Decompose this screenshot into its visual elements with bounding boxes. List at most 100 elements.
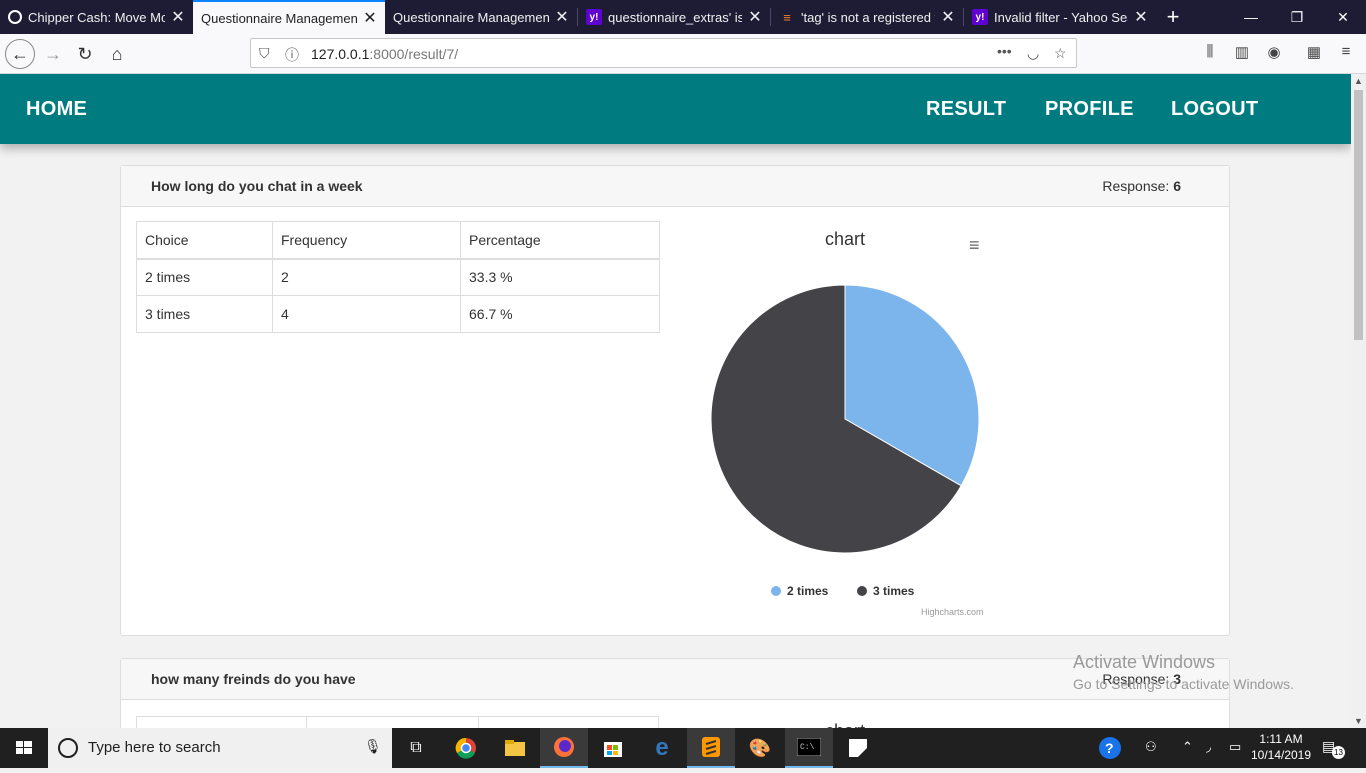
tab-questionnaire-active[interactable]: Questionnaire Management ✕ (193, 0, 385, 34)
url-bar[interactable]: ⛉ ⓘ 127.0.0.1:8000/result/7/ ••• ◡ ☆ (250, 38, 1077, 68)
people-icon[interactable]: ⚇ (1145, 739, 1157, 755)
battery-icon[interactable]: ▭ (1229, 739, 1241, 755)
legend-label: 2 times (787, 584, 829, 598)
pocket-icon[interactable]: ◡ (1027, 45, 1039, 62)
svg-text:C:\: C:\ (800, 743, 815, 752)
table-header-row: Choice Frequency Percentage (136, 221, 660, 260)
table-cell: 2 (272, 258, 461, 296)
sidebar-icon[interactable]: ▥ (1231, 43, 1253, 61)
microphone-icon[interactable]: 🎙 (364, 738, 382, 755)
browser-nav-bar: ← → ↻ ⌂ ⛉ ⓘ 127.0.0.1:8000/result/7/ •••… (0, 34, 1366, 74)
home-icon[interactable]: ⌂ (102, 39, 132, 69)
taskbar-search-box[interactable]: Type here to search 🎙 (48, 728, 392, 768)
table-cell: 3 times (136, 295, 273, 333)
help-icon[interactable]: ? (1098, 736, 1122, 763)
tab-chipper-cash[interactable]: Chipper Cash: Move Mor ✕ (0, 0, 193, 34)
close-icon[interactable]: ✕ (555, 7, 569, 27)
page-content: HOME RESULT PROFILE LOGOUT How long do y… (0, 74, 1351, 728)
clock-time: 1:11 AM (1259, 732, 1303, 746)
file-explorer-icon[interactable] (491, 728, 539, 768)
question-title: how many freinds do you have (151, 671, 356, 687)
frequency-table (136, 716, 659, 728)
tab-yahoo-search[interactable]: y! Invalid filter - Yahoo Sear ✕ (964, 0, 1156, 34)
table-row: 2 times 2 33.3 % (136, 258, 660, 296)
url-host: 127.0.0.1 (311, 46, 370, 62)
reload-icon[interactable]: ↻ (70, 39, 100, 69)
table-cell: 33.3 % (460, 258, 660, 296)
nav-home[interactable]: HOME (26, 98, 87, 121)
tab-stackoverflow[interactable]: ≡ 'tag' is not a registered ta ✕ (771, 0, 963, 34)
table-divider (478, 717, 479, 728)
notification-badge: 13 (1332, 746, 1345, 759)
chrome-icon[interactable] (442, 728, 490, 768)
table-cell: 66.7 % (460, 295, 660, 333)
scroll-down-icon[interactable]: ▼ (1351, 716, 1366, 726)
scroll-up-icon[interactable]: ▲ (1351, 76, 1366, 86)
account-icon[interactable]: ◉ (1263, 43, 1285, 61)
tab-title: Invalid filter - Yahoo Sear (994, 9, 1128, 25)
page-scrollbar[interactable]: ▲ ▼ (1351, 74, 1366, 728)
response-count: Response: 6 (1102, 178, 1181, 194)
task-view-icon[interactable]: ⧉ (392, 728, 440, 768)
info-icon[interactable]: ⓘ (285, 45, 299, 65)
legend-label: 3 times (873, 584, 915, 598)
wifi-icon[interactable]: ◞ (1206, 739, 1211, 755)
store-icon[interactable] (589, 728, 637, 768)
close-icon[interactable]: ✕ (941, 7, 955, 27)
new-tab-icon[interactable]: + (1160, 4, 1186, 30)
frequency-table: Choice Frequency Percentage 2 times 2 33… (136, 221, 660, 333)
legend-item[interactable]: 3 times (857, 584, 914, 598)
search-placeholder: Type here to search (88, 739, 221, 756)
close-icon[interactable]: ✕ (171, 7, 185, 27)
yahoo-icon: y! (972, 9, 988, 25)
nav-result[interactable]: RESULT (926, 98, 1006, 121)
clock-date: 10/14/2019 (1250, 748, 1312, 762)
response-label: Response: (1102, 178, 1170, 194)
cortana-icon (58, 738, 78, 758)
question-card: how many freinds do you have Response: 3… (120, 658, 1230, 728)
page-actions-icon[interactable]: ••• (997, 43, 1012, 59)
table-divider (306, 717, 307, 728)
chart-credit[interactable]: Highcharts.com (921, 607, 984, 617)
paint-icon[interactable]: 🎨 (736, 728, 784, 768)
url-text[interactable]: 127.0.0.1:8000/result/7/ (311, 46, 458, 62)
scroll-thumb[interactable] (1354, 90, 1363, 340)
close-icon[interactable]: ✕ (363, 8, 377, 28)
firefox-icon[interactable] (540, 728, 588, 768)
notification-icon[interactable]: ▤ 13 (1322, 738, 1345, 759)
yahoo-icon: y! (586, 9, 602, 25)
question-card: How long do you chat in a week Response:… (120, 165, 1230, 636)
sticky-notes-icon[interactable] (834, 728, 882, 768)
bookmark-star-icon[interactable]: ☆ (1054, 45, 1067, 62)
nav-logout[interactable]: LOGOUT (1171, 98, 1258, 121)
table-cell: 2 times (136, 258, 273, 296)
menu-icon[interactable]: ≡ (1335, 43, 1357, 60)
svg-text:?: ? (1105, 740, 1114, 756)
sublime-text-icon[interactable] (687, 728, 735, 768)
minimize-icon[interactable]: — (1228, 0, 1274, 34)
shield-icon[interactable]: ⛉ (259, 45, 270, 62)
legend-dot (771, 586, 781, 596)
url-path: :8000/result/7/ (369, 46, 459, 62)
tab-questionnaire[interactable]: Questionnaire Management ✕ (385, 0, 577, 34)
chevron-up-icon[interactable]: ⌃ (1182, 739, 1193, 755)
legend-dot (857, 586, 867, 596)
edge-icon[interactable]: e (638, 728, 686, 768)
stackoverflow-icon: ≡ (783, 9, 791, 25)
terminal-icon[interactable]: C:\ (785, 728, 833, 768)
browser-tab-bar: Chipper Cash: Move Mor ✕ Questionnaire M… (0, 0, 1366, 34)
close-icon[interactable]: ✕ (1134, 7, 1148, 27)
library-icon[interactable]: ⫼ (1199, 43, 1221, 60)
forward-icon[interactable]: → (38, 39, 68, 69)
window-close-icon[interactable]: ✕ (1320, 0, 1366, 34)
nav-profile[interactable]: PROFILE (1045, 98, 1134, 121)
extensions-icon[interactable]: ▦ (1303, 43, 1325, 61)
tab-title: questionnaire_extras' is n (608, 9, 742, 25)
restore-icon[interactable]: ❐ (1274, 0, 1320, 34)
back-icon[interactable]: ← (5, 39, 35, 69)
start-button[interactable] (0, 728, 48, 768)
system-clock[interactable]: 1:11 AM 10/14/2019 (1248, 731, 1314, 763)
close-icon[interactable]: ✕ (748, 7, 762, 27)
tab-questionnaire-extras[interactable]: y! questionnaire_extras' is n ✕ (578, 0, 770, 34)
legend-item[interactable]: 2 times (771, 584, 828, 598)
